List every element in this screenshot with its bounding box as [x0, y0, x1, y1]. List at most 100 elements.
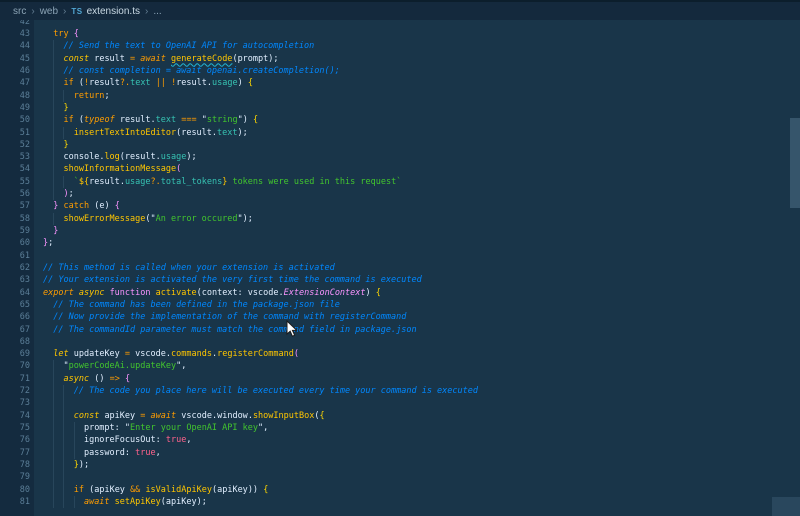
- code-line[interactable]: 50 if (typeof result.text === "string") …: [0, 114, 800, 127]
- code-line[interactable]: 51 insertTextIntoEditor(result.text);: [0, 126, 800, 139]
- line-number[interactable]: 51: [0, 127, 34, 139]
- line-number[interactable]: 69: [0, 348, 34, 360]
- code-text: // Send the text to OpenAI API for autoc…: [34, 40, 800, 53]
- code-line[interactable]: 64 export async function activate(context…: [0, 287, 800, 299]
- line-number[interactable]: 48: [0, 90, 34, 102]
- line-number[interactable]: 64: [0, 287, 34, 299]
- line-number[interactable]: 72: [0, 385, 34, 397]
- indent-guide: [73, 495, 75, 509]
- breadcrumb-item-web[interactable]: web: [40, 6, 58, 17]
- code-line[interactable]: 72 // The code you place here will be ex…: [0, 385, 800, 398]
- breadcrumb-item-filename[interactable]: extension.ts: [87, 6, 140, 17]
- line-number[interactable]: 73: [0, 397, 34, 409]
- code-line[interactable]: 63 // Your extension is activated the ver…: [0, 274, 800, 286]
- code-line[interactable]: 58 showErrorMessage("An error occured");: [0, 212, 800, 226]
- code-line[interactable]: 70 "powerCodeAi.updateKey",: [0, 360, 800, 373]
- indent-guide: [53, 458, 55, 472]
- code-line[interactable]: 44 // Send the text to OpenAI API for au…: [0, 40, 800, 53]
- line-number[interactable]: 68: [0, 336, 34, 348]
- code-line[interactable]: 69 let updateKey = vscode.commands.regis…: [0, 348, 800, 360]
- line-number[interactable]: 78: [0, 459, 34, 471]
- code-line[interactable]: 59 }: [0, 225, 800, 237]
- line-number[interactable]: 79: [0, 471, 34, 483]
- code-line[interactable]: 61: [0, 250, 800, 262]
- line-number[interactable]: 58: [0, 213, 34, 225]
- code-line[interactable]: 74 const apiKey = await vscode.window.sh…: [0, 409, 800, 423]
- line-number[interactable]: 46: [0, 65, 34, 77]
- line-number[interactable]: 43: [0, 28, 34, 40]
- indent-guide: [53, 483, 55, 496]
- code-line[interactable]: 76 ignoreFocusOut: true,: [0, 434, 800, 447]
- code-text: if (!result?.text || !result.usage) {: [34, 77, 800, 90]
- code-line[interactable]: 71 async () => {: [0, 372, 800, 386]
- line-number[interactable]: 63: [0, 274, 34, 286]
- line-number[interactable]: 71: [0, 373, 34, 385]
- code-line[interactable]: 42: [0, 20, 800, 28]
- code-line[interactable]: 73: [0, 397, 800, 410]
- breadcrumb-overflow[interactable]: ...: [153, 6, 161, 17]
- breadcrumb-separator-icon: ›: [31, 5, 35, 17]
- line-number[interactable]: 75: [0, 422, 34, 434]
- line-number[interactable]: 49: [0, 102, 34, 114]
- code-line[interactable]: 68: [0, 336, 800, 348]
- line-number[interactable]: 60: [0, 237, 34, 249]
- line-number[interactable]: 66: [0, 311, 34, 323]
- code-editor[interactable]: 42 43 try {44 // Send the text to OpenAI …: [0, 20, 800, 516]
- code-line[interactable]: 62 // This method is called when your ext…: [0, 262, 800, 274]
- code-line[interactable]: 45 const result = await generateCode(pro…: [0, 52, 800, 65]
- code-line[interactable]: 53 console.log(result.usage);: [0, 151, 800, 164]
- code-line[interactable]: 67 // The commandId parameter must match…: [0, 324, 800, 336]
- line-number[interactable]: 70: [0, 360, 34, 372]
- line-number[interactable]: 65: [0, 299, 34, 311]
- code-line[interactable]: 52 }: [0, 138, 800, 152]
- code-text: const apiKey = await vscode.window.showI…: [34, 409, 800, 423]
- code-text: "powerCodeAi.updateKey",: [34, 360, 800, 373]
- line-number[interactable]: 74: [0, 410, 34, 422]
- line-number[interactable]: 44: [0, 40, 34, 52]
- code-line[interactable]: 54 showInformationMessage(: [0, 163, 800, 176]
- code-line[interactable]: 57 } catch (e) {: [0, 200, 800, 212]
- line-number[interactable]: 62: [0, 262, 34, 274]
- line-number[interactable]: 45: [0, 53, 34, 65]
- vertical-scrollbar-thumb[interactable]: [790, 118, 800, 208]
- line-number[interactable]: 81: [0, 496, 34, 508]
- code-line[interactable]: 56 );: [0, 188, 800, 201]
- code-line[interactable]: 48 return;: [0, 89, 800, 102]
- code-line[interactable]: 43 try {: [0, 28, 800, 40]
- code-line[interactable]: 81 await setApiKey(apiKey);: [0, 495, 800, 509]
- code-line[interactable]: 46 // const completion = await openai.cr…: [0, 64, 800, 78]
- code-line[interactable]: 66 // Now provide the implementation of …: [0, 311, 800, 323]
- line-number[interactable]: 61: [0, 250, 34, 262]
- line-number[interactable]: 42: [0, 20, 34, 28]
- code-line[interactable]: 77 password: true,: [0, 446, 800, 459]
- line-number[interactable]: 80: [0, 484, 34, 496]
- code-line[interactable]: 79: [0, 471, 800, 484]
- code-line[interactable]: 75 prompt: "Enter your OpenAI API key",: [0, 422, 800, 435]
- code-line[interactable]: 60};: [0, 237, 800, 249]
- line-number[interactable]: 55: [0, 176, 34, 188]
- code-line[interactable]: 47 if (!result?.text || !result.usage) {: [0, 77, 800, 90]
- line-number[interactable]: 57: [0, 200, 34, 212]
- indent-guide: [63, 422, 65, 435]
- line-number[interactable]: 50: [0, 114, 34, 126]
- line-number[interactable]: 53: [0, 151, 34, 163]
- line-number[interactable]: 47: [0, 77, 34, 89]
- line-number[interactable]: 76: [0, 434, 34, 446]
- line-number[interactable]: 59: [0, 225, 34, 237]
- code-line[interactable]: 80 if (apiKey && isValidApiKey(apiKey)) …: [0, 483, 800, 496]
- code-text: // The command has been defined in the p…: [53, 299, 340, 310]
- line-number[interactable]: 54: [0, 163, 34, 175]
- code-line[interactable]: 65 // The command has been defined in th…: [0, 299, 800, 311]
- indent-guide: [73, 422, 75, 435]
- code-line[interactable]: 78 });: [0, 458, 800, 472]
- code-line[interactable]: 49 }: [0, 101, 800, 115]
- line-number[interactable]: 77: [0, 447, 34, 459]
- breadcrumb-item-src[interactable]: src: [13, 6, 26, 17]
- code-line[interactable]: 55 `${result.usage?.total_tokens} tokens…: [0, 175, 800, 189]
- indent-guide: [53, 188, 55, 201]
- code-text: // The code you place here will be execu…: [34, 385, 800, 398]
- line-number[interactable]: 52: [0, 139, 34, 151]
- line-number[interactable]: 56: [0, 188, 34, 200]
- scrollbar-corner: [772, 497, 800, 516]
- line-number[interactable]: 67: [0, 324, 34, 336]
